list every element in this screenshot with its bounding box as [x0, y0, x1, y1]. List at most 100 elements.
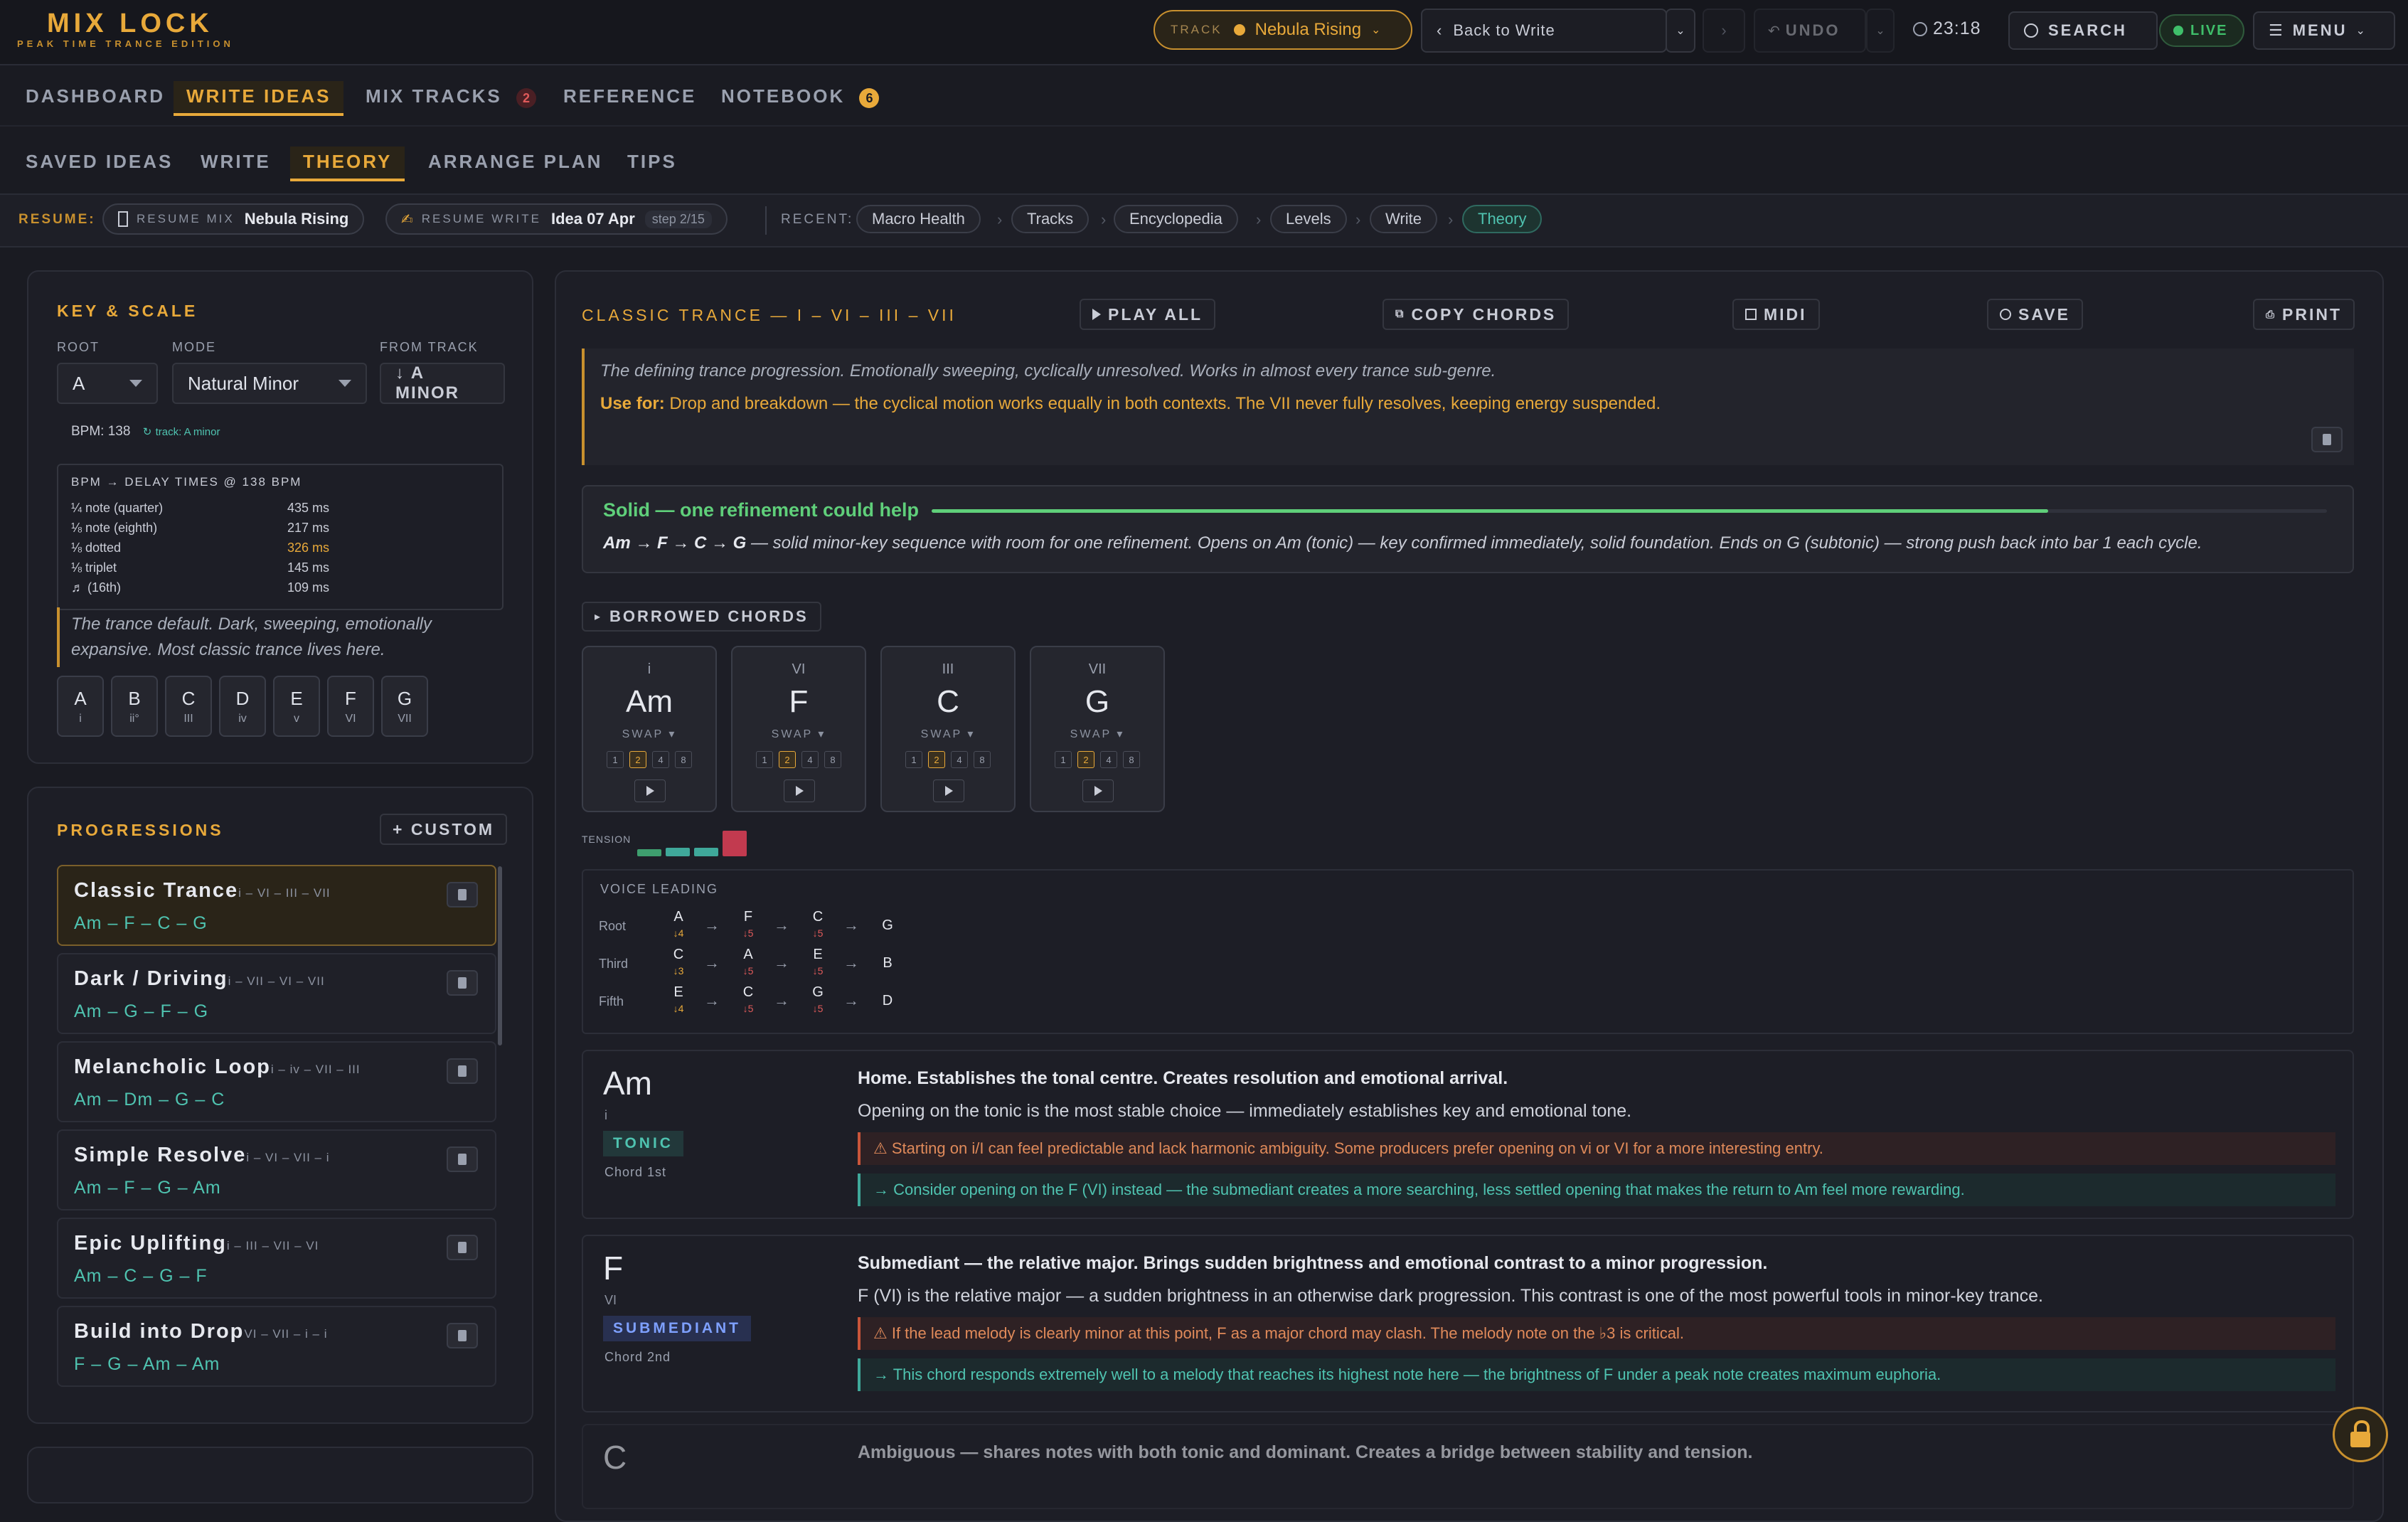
scrollbar[interactable] [498, 866, 502, 1045]
app-logo[interactable]: MIX LOCK [47, 9, 213, 39]
beat-option[interactable]: 8 [675, 751, 692, 768]
swap-dropdown[interactable]: SWAP ▾ [1031, 727, 1163, 741]
progression-item[interactable]: Classic Trancei – VI – III – VII Am – F … [57, 865, 496, 946]
scale-note-d[interactable]: Div [219, 676, 266, 737]
beat-option-selected[interactable]: 2 [928, 751, 945, 768]
play-chord-button[interactable] [933, 779, 964, 802]
play-all-button[interactable]: PLAY ALL [1080, 299, 1216, 330]
beat-option[interactable]: 1 [1055, 751, 1072, 768]
notebook-icon[interactable] [447, 882, 478, 908]
progression-title: Classic Trance [74, 879, 239, 902]
midi-button[interactable]: MIDI [1732, 299, 1820, 330]
beat-option-selected[interactable]: 2 [1077, 751, 1094, 768]
beat-option[interactable]: 4 [951, 751, 968, 768]
notebook-icon[interactable] [2311, 427, 2343, 452]
scale-note-f[interactable]: F VI [327, 676, 374, 737]
notebook-icon[interactable] [447, 970, 478, 996]
progression-item[interactable]: Build into DropVI – VII – i – i F – G – … [57, 1306, 496, 1387]
mode-description: The trance default. Dark, sweeping, emot… [57, 607, 498, 667]
tab-dashboard[interactable]: DASHBOARD [26, 85, 165, 107]
tab-reference[interactable]: REFERENCE [563, 85, 696, 107]
recent-chip-macro-health[interactable]: Macro Health [856, 205, 981, 233]
chord-card[interactable]: i Am SWAP ▾ 1248 [582, 646, 717, 812]
progression-item[interactable]: Dark / Drivingi – VII – VI – VII Am – G … [57, 953, 496, 1034]
recent-chip-encyclopedia[interactable]: Encyclopedia [1114, 205, 1238, 233]
beat-option[interactable]: 8 [974, 751, 991, 768]
resume-write-name: Idea 07 Apr [551, 210, 635, 228]
notebook-icon[interactable] [447, 1058, 478, 1084]
progression-item[interactable]: Simple Resolvei – VI – VII – i Am – F – … [57, 1129, 496, 1210]
note-roman: VI [345, 712, 356, 725]
resume-mix-chip[interactable]: RESUME MIX Nebula Rising [102, 203, 365, 235]
undo-button[interactable]: ↶ UNDO [1754, 9, 1866, 53]
copy-chords-button[interactable]: ⧉ COPY CHORDS [1383, 299, 1570, 330]
undo-dropdown-button[interactable]: ⌄ [1866, 9, 1895, 53]
tension-bar [637, 849, 661, 856]
forward-button[interactable]: › [1703, 9, 1745, 53]
beat-option-selected[interactable]: 2 [629, 751, 646, 768]
beat-option[interactable]: 4 [801, 751, 819, 768]
tab-arrange-plan[interactable]: ARRANGE PLAN [428, 151, 602, 173]
beat-option[interactable]: 1 [905, 751, 922, 768]
chord-card[interactable]: VI F SWAP ▾ 1248 [731, 646, 866, 812]
menu-button[interactable]: ☰ MENU ⌄ [2253, 11, 2395, 50]
progression-item[interactable]: Melancholic Loopi – iv – VII – III Am – … [57, 1041, 496, 1122]
play-chord-button[interactable] [784, 779, 815, 802]
progression-item[interactable]: Epic Upliftingi – III – VII – VI Am – C … [57, 1218, 496, 1299]
beat-option[interactable]: 8 [824, 751, 841, 768]
beat-option[interactable]: 4 [652, 751, 669, 768]
beat-option[interactable]: 1 [607, 751, 624, 768]
scale-note-e[interactable]: Ev [273, 676, 320, 737]
scale-note-a[interactable]: Ai [57, 676, 104, 737]
chord-card[interactable]: VII G SWAP ▾ 1248 [1030, 646, 1165, 812]
swap-dropdown[interactable]: SWAP ▾ [732, 727, 865, 741]
lock-button[interactable] [2333, 1407, 2388, 1462]
live-status-badge: LIVE [2159, 14, 2244, 47]
back-to-write-button[interactable]: ‹ Back to Write [1421, 9, 1667, 53]
save-button[interactable]: SAVE [1987, 299, 2083, 330]
progression-roman: i – VII – VI – VII [228, 974, 325, 988]
scale-note-c[interactable]: C III [165, 676, 212, 737]
mode-select[interactable]: Natural Minor [172, 363, 367, 404]
note-roman: III [183, 712, 193, 725]
borrowed-chords-toggle[interactable]: ▸ BORROWED CHORDS [582, 602, 821, 632]
swap-dropdown[interactable]: SWAP ▾ [583, 727, 715, 741]
tab-write-ideas[interactable]: WRITE IDEAS [174, 81, 344, 116]
chord-card[interactable]: III C SWAP ▾ 1248 [880, 646, 1016, 812]
tab-saved-ideas[interactable]: SAVED IDEAS [26, 151, 173, 173]
resume-write-chip[interactable]: ✍ RESUME WRITE Idea 07 Apr step 2/15 [385, 203, 728, 235]
print-button[interactable]: ⎙ PRINT [2253, 299, 2355, 330]
save-label: SAVE [2018, 304, 2070, 324]
note-roman: VII [398, 712, 412, 725]
track-selector[interactable]: TRACK Nebula Rising ⌄ [1154, 10, 1412, 50]
from-track-button[interactable]: ↓ A MINOR [380, 363, 505, 404]
swap-dropdown[interactable]: SWAP ▾ [882, 727, 1014, 741]
recent-chip-theory[interactable]: Theory [1462, 205, 1543, 233]
recent-chip-write[interactable]: Write [1370, 205, 1437, 233]
back-dropdown-button[interactable]: ⌄ [1666, 9, 1695, 53]
play-chord-button[interactable] [634, 779, 666, 802]
tab-theory[interactable]: THEORY [290, 147, 405, 181]
custom-progression-button[interactable]: + CUSTOM [380, 814, 508, 845]
scale-note-b[interactable]: Bii° [111, 676, 158, 737]
play-chord-button[interactable] [1082, 779, 1114, 802]
tab-notebook[interactable]: NOTEBOOK 6 [721, 85, 880, 108]
beat-option-selected[interactable]: 2 [779, 751, 796, 768]
tab-tips[interactable]: TIPS [627, 151, 677, 173]
beat-option[interactable]: 8 [1123, 751, 1140, 768]
recent-chip-levels[interactable]: Levels [1270, 205, 1347, 233]
tab-write[interactable]: WRITE [201, 151, 271, 173]
scale-note-g[interactable]: G VII [381, 676, 428, 737]
voice-interval: ↓5 [812, 927, 824, 939]
recent-chip-tracks[interactable]: Tracks [1011, 205, 1090, 233]
arrow-right-icon: → [843, 916, 859, 934]
notebook-icon[interactable] [447, 1235, 478, 1260]
notebook-icon[interactable] [447, 1323, 478, 1348]
beat-option[interactable]: 4 [1100, 751, 1117, 768]
search-button[interactable]: SEARCH [2008, 11, 2158, 50]
beat-option[interactable]: 1 [756, 751, 773, 768]
root-select[interactable]: A [57, 363, 158, 404]
root-value: A [73, 372, 85, 394]
notebook-icon[interactable] [447, 1146, 478, 1172]
tab-mix-tracks[interactable]: MIX TRACKS 2 [366, 85, 537, 108]
